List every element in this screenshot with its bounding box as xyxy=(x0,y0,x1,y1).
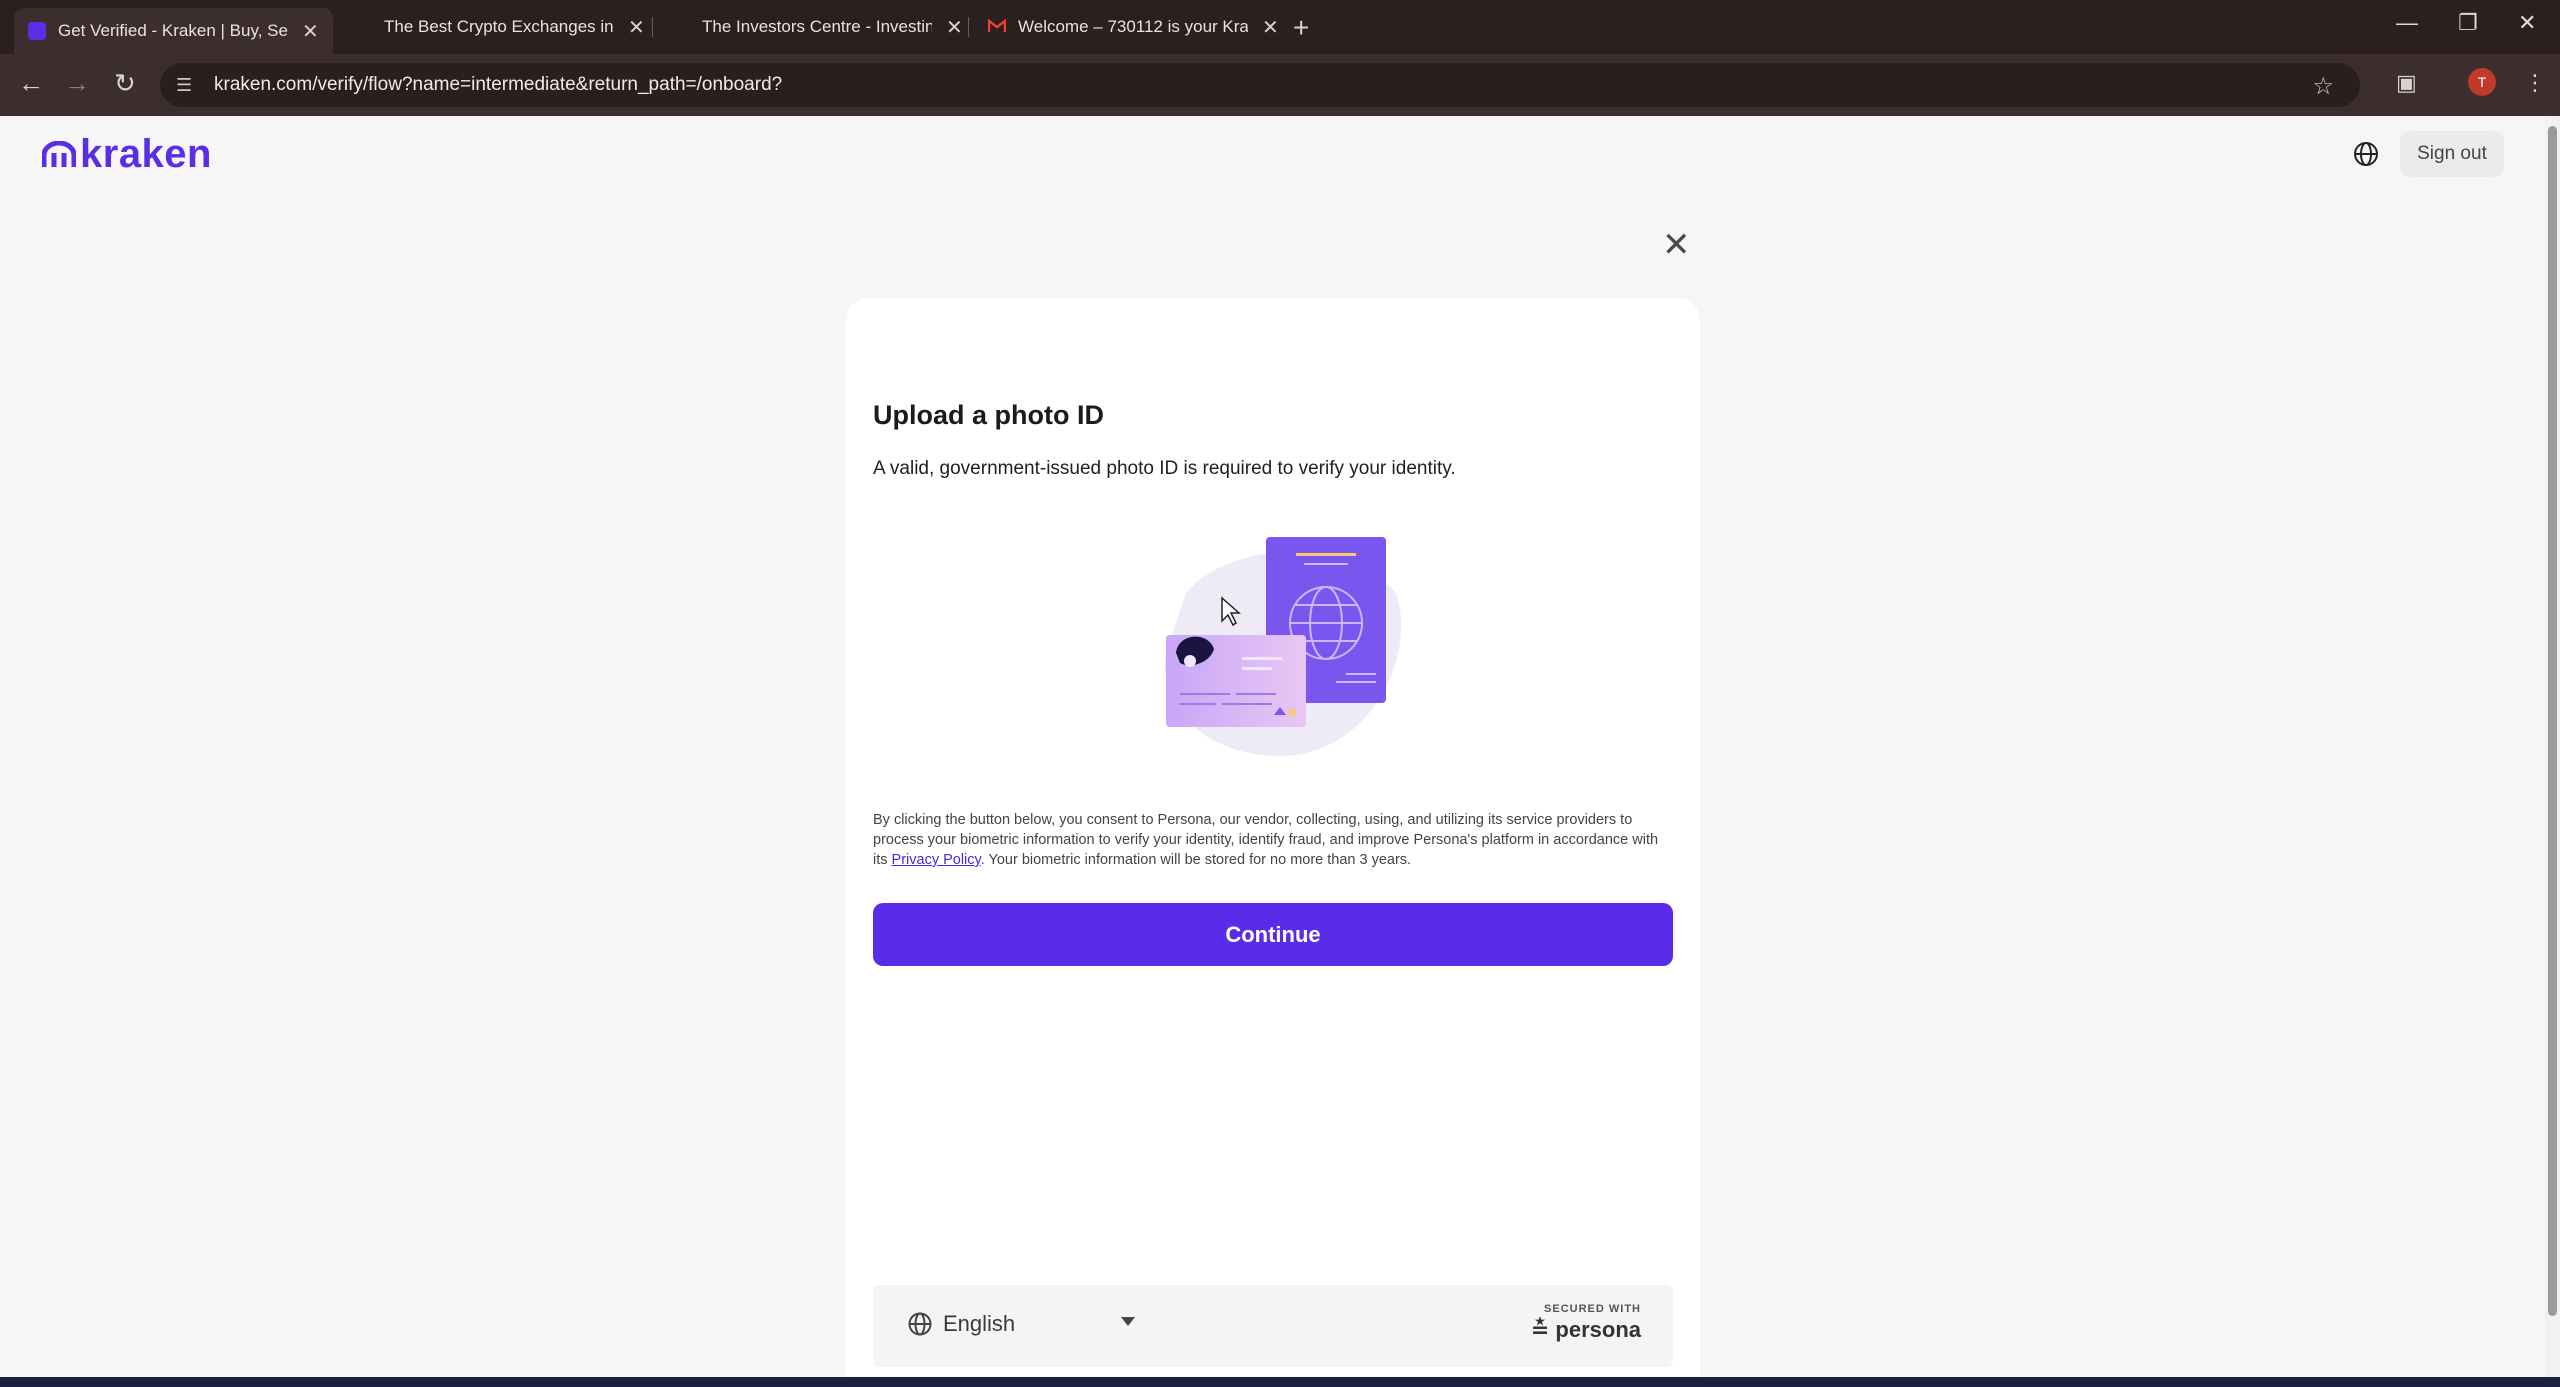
close-tab-icon[interactable]: ✕ xyxy=(946,15,963,40)
tab-title: Get Verified - Kraken | Buy, Sell xyxy=(58,21,288,40)
tab-divider xyxy=(652,17,653,37)
language-globe-icon[interactable] xyxy=(2352,140,2380,168)
chevron-down-icon[interactable] xyxy=(1121,1317,1135,1326)
scrollbar-thumb[interactable] xyxy=(2548,126,2557,1316)
browser-tab-strip: Get Verified - Kraken | Buy, Sell ✕ The … xyxy=(0,0,2560,54)
persona-mark-icon: ≛ xyxy=(1530,1317,1556,1342)
persona-logo: ≛ persona xyxy=(1531,1317,1641,1343)
browser-toolbar: ← → ↻ ☰ kraken.com/verify/flow?name=inte… xyxy=(0,54,2560,116)
url-text[interactable]: kraken.com/verify/flow?name=intermediate… xyxy=(214,74,782,96)
kraken-favicon-icon xyxy=(28,22,46,40)
address-bar[interactable]: ☰ kraken.com/verify/flow?name=intermedia… xyxy=(160,63,2360,107)
gmail-favicon-icon xyxy=(987,18,1007,36)
kraken-logo[interactable]: kraken xyxy=(42,132,212,177)
secured-with-label: SECURED WITH xyxy=(1544,1303,1641,1315)
persona-footer: English SECURED WITH ≛ persona xyxy=(873,1285,1673,1367)
tab-title: The Investors Centre - Investing xyxy=(702,17,932,36)
consent-text: By clicking the button below, you consen… xyxy=(873,810,1673,870)
language-selector[interactable]: English xyxy=(907,1311,1015,1337)
consent-text-part: . Your biometric information will be sto… xyxy=(980,852,1412,868)
language-value: English xyxy=(943,1311,1016,1336)
tab-kraken-verify[interactable]: Get Verified - Kraken | Buy, Sell ✕ xyxy=(14,8,333,54)
logo-text: kraken xyxy=(80,132,212,176)
tab-crypto-exchanges[interactable]: The Best Crypto Exchanges in th ✕ xyxy=(340,8,659,46)
sign-out-button[interactable]: Sign out xyxy=(2400,131,2504,177)
continue-button[interactable]: Continue xyxy=(873,903,1673,966)
site-favicon-icon xyxy=(354,18,372,36)
close-tab-icon[interactable]: ✕ xyxy=(1262,15,1279,40)
tab-divider xyxy=(968,17,969,37)
secured-by-badge: SECURED WITH ≛ persona xyxy=(1531,1303,1641,1343)
bookmark-star-icon[interactable]: ☆ xyxy=(2312,72,2334,101)
photo-id-illustration xyxy=(1164,537,1402,756)
browser-menu-icon[interactable]: ⋮ xyxy=(2524,70,2546,96)
site-favicon-icon xyxy=(672,18,690,36)
restore-icon[interactable]: ❐ xyxy=(2458,10,2478,36)
page-subtitle: A valid, government-issued photo ID is r… xyxy=(873,458,1456,479)
tab-title: Welcome – 730112 is your Krak xyxy=(1018,17,1248,36)
privacy-policy-link[interactable]: Privacy Policy xyxy=(892,852,981,868)
tab-investors-centre[interactable]: The Investors Centre - Investing ✕ xyxy=(658,8,977,46)
verification-card: Upload a photo ID A valid, government-is… xyxy=(846,298,1700,1377)
forward-icon[interactable]: → xyxy=(64,68,90,99)
new-tab-icon[interactable]: + xyxy=(1293,12,1309,44)
close-tab-icon[interactable]: ✕ xyxy=(302,19,319,44)
taskbar-strip xyxy=(0,1377,2560,1387)
page-scrollbar[interactable] xyxy=(2545,116,2560,1377)
kraken-logo-mark-icon xyxy=(42,140,76,167)
globe-icon xyxy=(908,1312,932,1336)
persona-brand-text: persona xyxy=(1555,1317,1641,1342)
side-panel-icon[interactable]: ▣ xyxy=(2396,70,2417,96)
close-dialog-icon[interactable]: ✕ xyxy=(1662,228,1691,262)
site-settings-icon[interactable]: ☰ xyxy=(176,75,196,95)
close-tab-icon[interactable]: ✕ xyxy=(628,15,645,40)
page-title: Upload a photo ID xyxy=(873,400,1104,430)
back-icon[interactable]: ← xyxy=(18,68,44,99)
reload-icon[interactable]: ↻ xyxy=(114,68,136,99)
window-close-icon[interactable]: ✕ xyxy=(2518,10,2536,36)
minimize-icon[interactable]: — xyxy=(2396,10,2418,36)
tab-title: The Best Crypto Exchanges in th xyxy=(384,17,614,36)
profile-avatar[interactable]: T xyxy=(2468,68,2496,96)
tab-gmail-welcome[interactable]: Welcome – 730112 is your Krak ✕ xyxy=(974,8,1293,46)
